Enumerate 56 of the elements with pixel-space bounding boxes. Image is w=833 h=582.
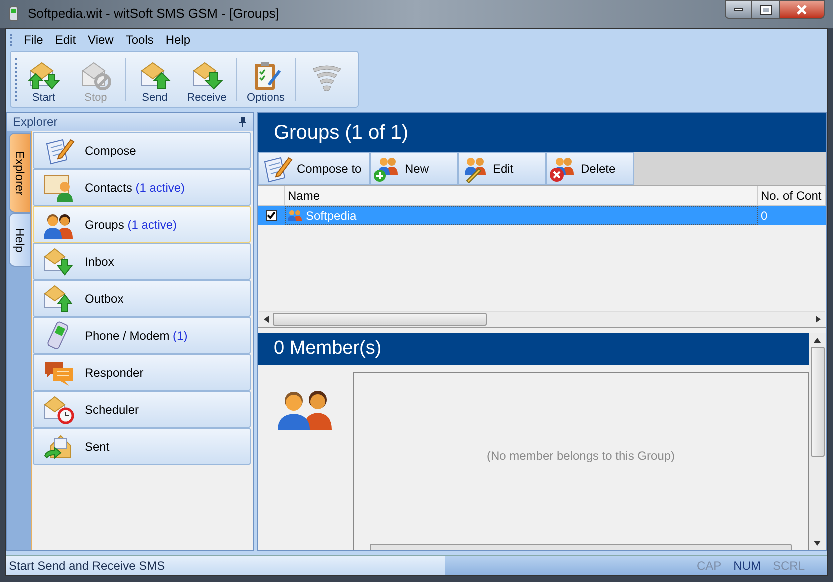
window-title: Softpedia.wit - witSoft SMS GSM - [Groups] [28, 5, 280, 24]
action-button[interactable]: Compose to [258, 152, 370, 185]
empty-message: (No member belongs to this Group) [486, 448, 676, 465]
toolbar-button[interactable]: Send [130, 54, 180, 105]
nav-item[interactable]: Inbox [33, 243, 251, 280]
status-indicator: SCRL [772, 558, 805, 574]
section-title: 0 Member(s) [274, 336, 382, 361]
nav-item[interactable]: Responder [33, 354, 251, 391]
envelope-down-arrow-icon [43, 246, 75, 276]
nav-item[interactable]: Outbox [33, 280, 251, 317]
phone-icon [8, 6, 20, 22]
address-book-person-icon [43, 172, 75, 202]
side-tab[interactable]: Explorer [9, 133, 31, 213]
toolbar-button[interactable]: Options [241, 54, 291, 105]
vertical-scrollbar[interactable] [809, 333, 826, 550]
scroll-up-arrow-icon[interactable] [814, 338, 821, 342]
toolbar-button[interactable]: Receive [182, 54, 232, 105]
minimize-button[interactable] [725, 0, 752, 19]
panel-title: Explorer [13, 114, 59, 131]
toolbar-button[interactable]: Start [19, 54, 69, 105]
scroll-down-arrow-icon[interactable] [814, 540, 821, 546]
menu-item[interactable]: Help [160, 31, 197, 49]
envelope-clock-icon [43, 394, 75, 424]
scroll-left-arrow-icon[interactable] [264, 316, 268, 323]
status-indicator: CAP [696, 558, 722, 574]
status-indicator: NUM [734, 558, 761, 574]
action-button[interactable]: Delete [546, 152, 634, 185]
envelope-up-arrow-icon [43, 284, 75, 314]
nav-item[interactable]: Sent [33, 428, 251, 465]
menu-item[interactable]: File [18, 31, 50, 49]
menu-item[interactable]: Edit [49, 31, 82, 49]
menu-item[interactable]: Tools [120, 31, 160, 49]
checkbox[interactable] [266, 210, 277, 221]
envelope-arrows-icon [27, 61, 61, 91]
column-header[interactable]: Name [285, 186, 758, 205]
menu-item[interactable]: View [82, 31, 120, 49]
table-cell-text: 0 [760, 208, 769, 224]
pin-icon[interactable] [239, 117, 247, 127]
status-text: Start Send and Receive SMS [9, 558, 166, 574]
horizontal-scrollbar[interactable] [370, 544, 792, 550]
people-icon [288, 210, 302, 222]
nav-item[interactable]: Contacts (1 active) [33, 169, 251, 206]
column-header[interactable]: No. of Cont [758, 186, 826, 205]
scroll-right-arrow-icon[interactable] [816, 316, 820, 323]
nav-item[interactable]: Compose [33, 132, 251, 169]
close-button[interactable] [779, 0, 825, 19]
action-button[interactable]: New [370, 152, 458, 185]
table-cell-text: Softpedia [306, 208, 357, 224]
nav-item[interactable]: Phone / Modem (1) [33, 317, 251, 354]
maximize-button[interactable] [752, 0, 779, 19]
nav-item[interactable]: Groups (1 active) [33, 206, 251, 243]
section-title: Groups (1 of 1) [274, 120, 409, 146]
close-icon [796, 4, 808, 14]
action-button[interactable]: Edit [458, 152, 546, 185]
nav-item[interactable]: Scheduler [33, 391, 251, 428]
side-tab[interactable]: Help [9, 213, 31, 267]
